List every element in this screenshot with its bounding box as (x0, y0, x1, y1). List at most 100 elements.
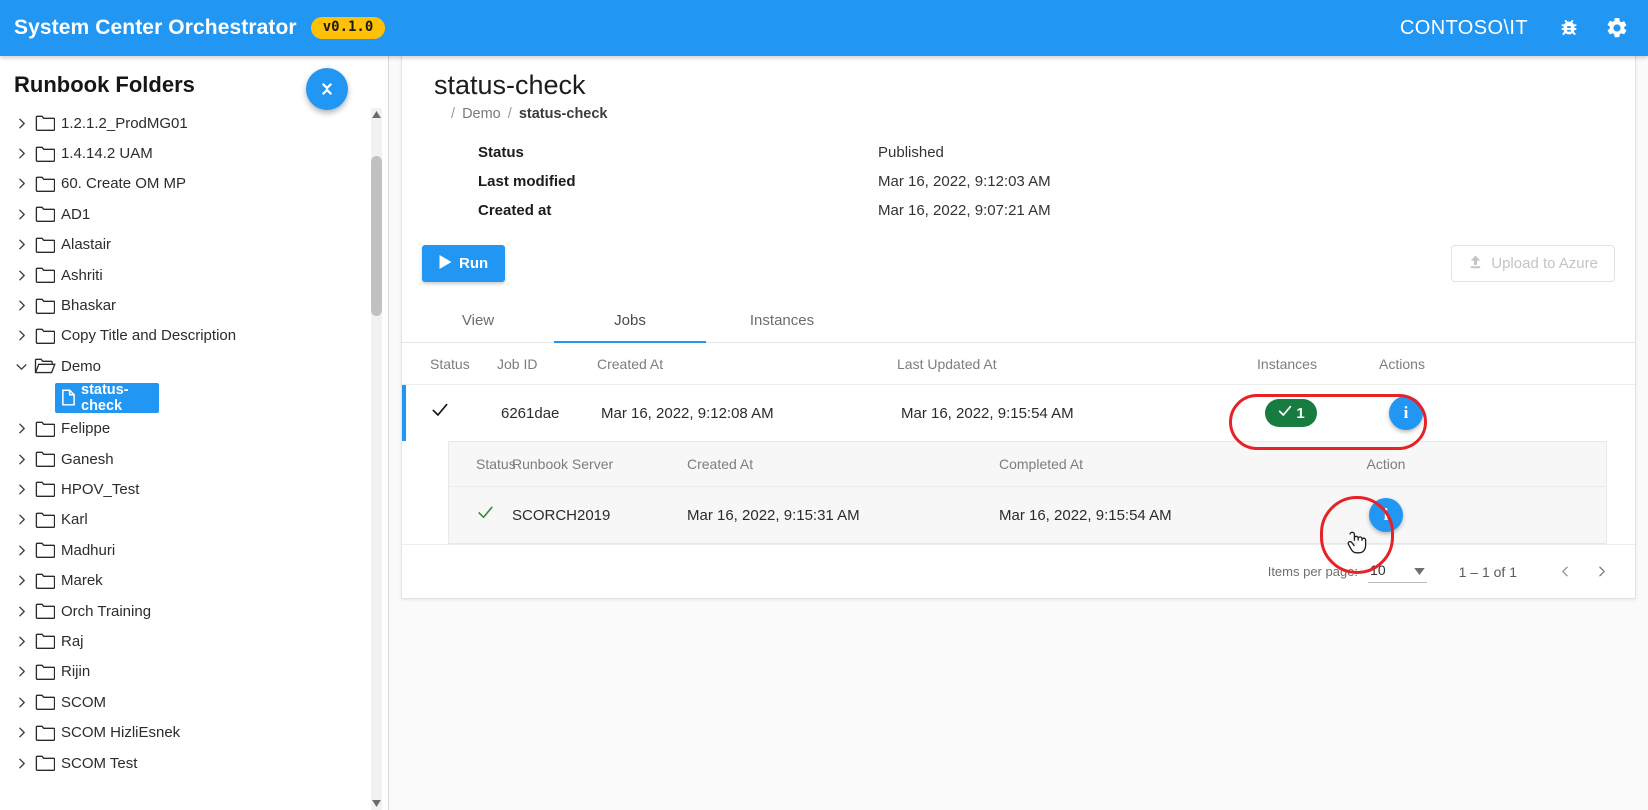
tree-node-folder[interactable]: Ashriti (0, 260, 375, 290)
breadcrumb-parent[interactable]: Demo (462, 106, 501, 122)
tab-jobs[interactable]: Jobs (554, 298, 706, 342)
tree-node-folder[interactable]: AD1 (0, 199, 375, 229)
chevron-right-icon[interactable] (10, 234, 32, 256)
tree-node-label: 60. Create OM MP (61, 176, 186, 191)
chevron-right-icon[interactable] (10, 752, 32, 774)
tree-node-folder[interactable]: SCOM Test (0, 748, 375, 778)
tab-view[interactable]: View (402, 298, 554, 342)
tree-node-folder[interactable]: Karl (0, 505, 375, 535)
chevron-left-icon[interactable] (1547, 554, 1583, 590)
gear-icon[interactable] (1602, 13, 1632, 43)
tree-node-folder[interactable]: Copy Title and Description (0, 321, 375, 351)
tree-node-folder[interactable]: Demo (0, 351, 375, 381)
tree-node-label: Raj (61, 634, 84, 649)
tree-node-folder[interactable]: SCOM (0, 687, 375, 717)
table-row[interactable]: 6261dae Mar 16, 2022, 9:12:08 AM Mar 16,… (402, 385, 1635, 441)
upload-to-azure-button[interactable]: Upload to Azure (1451, 245, 1615, 282)
job-actions-cell: i (1351, 396, 1461, 430)
tree-node-label: Orch Training (61, 604, 151, 619)
expand-collapse-icon[interactable] (306, 68, 348, 110)
chevron-right-icon[interactable] (1583, 554, 1619, 590)
tree-node-folder[interactable]: Raj (0, 626, 375, 656)
tree-node-folder[interactable]: HPOV_Test (0, 474, 375, 504)
tree-node-folder[interactable]: Orch Training (0, 596, 375, 626)
chevron-right-icon[interactable] (10, 203, 32, 225)
tree-node-folder[interactable]: Alastair (0, 230, 375, 260)
jobs-col-last-updated-at: Last Updated At (897, 356, 1227, 372)
sidebar-scrollbar[interactable] (371, 108, 382, 810)
tree-node-folder[interactable]: 1.4.14.2 UAM (0, 138, 375, 168)
bug-icon[interactable] (1554, 13, 1584, 43)
tree-node-folder[interactable]: Felippe (0, 414, 375, 444)
chevron-right-icon[interactable] (10, 143, 32, 165)
breadcrumb: / Demo / status-check (448, 106, 1635, 122)
chevron-right-icon[interactable] (10, 661, 32, 683)
folder-icon (32, 512, 58, 528)
tree-node-runbook-selected[interactable]: status-check (55, 383, 159, 413)
chevron-right-icon[interactable] (10, 173, 32, 195)
chevron-right-icon[interactable] (10, 509, 32, 531)
tree-node-label: SCOM Test (61, 756, 137, 771)
meta-value-status: Published (878, 144, 1635, 161)
tree-node-folder[interactable]: Madhuri (0, 535, 375, 565)
folder-icon (32, 603, 58, 619)
chevron-right-icon[interactable] (10, 478, 32, 500)
chevron-right-icon[interactable] (10, 264, 32, 286)
chevron-down-icon[interactable] (10, 355, 32, 377)
instances-count-badge[interactable]: 1 (1265, 399, 1317, 427)
info-icon[interactable]: i (1389, 396, 1423, 430)
instances-col-completed-at: Completed At (999, 456, 1326, 472)
tree-node-folder[interactable]: Ganesh (0, 444, 375, 474)
info-icon[interactable]: i (1369, 498, 1403, 532)
folder-icon (32, 573, 58, 589)
runbook-metadata: Status Published Last modified Mar 16, 2… (478, 144, 1635, 219)
file-icon (61, 389, 76, 406)
chevron-right-icon[interactable] (10, 448, 32, 470)
jobs-col-instances: Instances (1227, 356, 1347, 372)
tree-node-folder[interactable]: 1.2.1.2_ProdMG01 (0, 108, 375, 138)
tree-node-label: Ganesh (61, 452, 114, 467)
sidebar: Runbook Folders 1.2.1.2_ProdMG011.4.14.2… (0, 56, 389, 810)
chevron-right-icon[interactable] (10, 418, 32, 440)
chevron-right-icon[interactable] (10, 630, 32, 652)
items-per-page-label: Items per page: (1268, 564, 1358, 579)
chevron-right-icon[interactable] (10, 112, 32, 134)
run-button-label: Run (459, 255, 488, 272)
scrollbar-thumb[interactable] (371, 156, 382, 316)
card-header: status-check / Demo / status-check Statu… (402, 56, 1635, 219)
chevron-right-icon[interactable] (10, 600, 32, 622)
tree-node-label: SCOM HizliEsnek (61, 725, 180, 740)
job-status-cell (406, 400, 501, 426)
chevron-right-icon[interactable] (10, 325, 32, 347)
chevron-right-icon[interactable] (10, 722, 32, 744)
items-per-page-select[interactable]: 10 (1368, 560, 1427, 583)
tree-node-label: status-check (81, 382, 159, 414)
folder-icon (32, 451, 58, 467)
job-id-cell: 6261dae (501, 405, 601, 422)
tree-node-folder[interactable]: Bhaskar (0, 290, 375, 320)
tab-jobs-label: Jobs (614, 312, 646, 329)
folder-icon (32, 664, 58, 680)
tree-node-folder[interactable]: SCOM HizliEsnek (0, 717, 375, 747)
tree-node-folder[interactable]: Marek (0, 565, 375, 595)
page-range-label: 1 – 1 of 1 (1459, 564, 1517, 580)
folder-icon (32, 328, 58, 344)
action-buttons-row: Run Upload to Azure (422, 245, 1615, 282)
chevron-right-icon[interactable] (10, 570, 32, 592)
jobs-col-job-id: Job ID (497, 356, 597, 372)
scroll-down-icon[interactable] (371, 797, 382, 810)
meta-key-created-at: Created at (478, 202, 878, 219)
chevron-right-icon[interactable] (10, 295, 32, 317)
chevron-right-icon[interactable] (10, 539, 32, 561)
tree-node-folder[interactable]: Rijin (0, 657, 375, 687)
scroll-up-icon[interactable] (371, 108, 382, 121)
tab-instances[interactable]: Instances (706, 298, 858, 342)
tree-node-label: Alastair (61, 237, 111, 252)
chevron-right-icon[interactable] (10, 691, 32, 713)
run-button[interactable]: Run (422, 245, 505, 282)
table-row[interactable]: SCORCH2019 Mar 16, 2022, 9:15:31 AM Mar … (449, 487, 1606, 543)
instances-col-created-at: Created At (687, 456, 999, 472)
tree-node-folder[interactable]: 60. Create OM MP (0, 169, 375, 199)
tree-node-label: Rijin (61, 664, 90, 679)
breadcrumb-sep-1: / (451, 106, 455, 122)
